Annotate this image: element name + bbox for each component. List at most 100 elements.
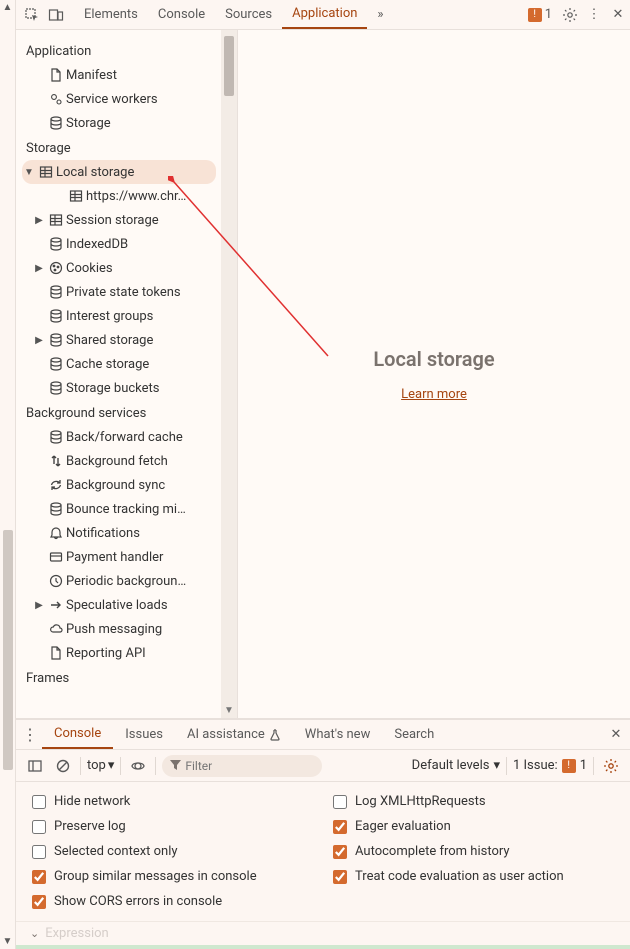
device-toolbar-icon[interactable] xyxy=(44,0,68,29)
chevron-down-icon: ⌄ xyxy=(30,927,39,940)
sidebar-item-local-storage[interactable]: ▼ Local storage xyxy=(22,160,216,184)
table-icon xyxy=(66,189,86,203)
database-icon xyxy=(46,237,66,251)
context-selector[interactable]: top▾ xyxy=(87,758,114,773)
setting-hide-network[interactable]: Hide network xyxy=(32,794,313,809)
sidebar-item-local-storage-origin[interactable]: https://www.chr… xyxy=(16,184,222,208)
database-icon xyxy=(46,430,66,444)
issues-badge[interactable]: ! 1 xyxy=(522,0,558,29)
setting-log-xhr[interactable]: Log XMLHttpRequests xyxy=(333,794,614,809)
sidebar-item-service-workers[interactable]: Service workers xyxy=(16,87,222,111)
expression-row[interactable]: ⌄ Expression xyxy=(16,921,630,945)
close-devtools-icon[interactable]: ✕ xyxy=(606,0,630,29)
cloud-icon xyxy=(46,622,66,636)
sidebar-item-periodic[interactable]: Periodic backgroun… xyxy=(16,569,222,593)
database-icon xyxy=(46,381,66,395)
sidebar-item-shared[interactable]: ▶ Shared storage xyxy=(16,328,222,352)
outer-scrollbar[interactable]: ▲ ▼ xyxy=(0,0,16,949)
sidebar-item-cache[interactable]: Cache storage xyxy=(16,352,222,376)
drawer-issues-link[interactable]: 1 Issue: ! 1 xyxy=(513,758,587,773)
clear-console-icon[interactable] xyxy=(52,755,74,777)
devtools-top-tabbar: Elements Console Sources Application » !… xyxy=(16,0,630,30)
more-tabs-icon: » xyxy=(377,7,383,22)
section-frames: Frames xyxy=(16,665,222,690)
table-icon xyxy=(36,165,56,179)
caret-down-icon: ▼ xyxy=(22,167,36,178)
tab-more[interactable]: » xyxy=(367,0,393,29)
kebab-menu-icon[interactable]: ⋮ xyxy=(582,0,606,29)
live-expression-icon[interactable] xyxy=(127,755,149,777)
issues-count: 1 xyxy=(545,7,552,22)
drawer-kebab-icon[interactable]: ⋮ xyxy=(18,720,42,749)
arrow-icon xyxy=(46,598,66,612)
database-icon xyxy=(46,309,66,323)
sidebar-item-bounce[interactable]: Bounce tracking mi… xyxy=(16,497,222,521)
setting-eager-eval[interactable]: Eager evaluation xyxy=(333,819,614,834)
database-icon xyxy=(46,502,66,516)
sidebar-item-interest[interactable]: Interest groups xyxy=(16,304,222,328)
drawer-tab-whatsnew[interactable]: What's new xyxy=(293,720,383,749)
scroll-down-arrow-icon: ▼ xyxy=(224,705,234,716)
sidebar-item-manifest[interactable]: Manifest xyxy=(16,63,222,87)
console-settings-panel: Hide network Log XMLHttpRequests Preserv… xyxy=(16,782,630,921)
close-drawer-icon[interactable]: ✕ xyxy=(602,720,630,749)
sidebar-item-cookies[interactable]: ▶ Cookies xyxy=(16,256,222,280)
section-storage: Storage xyxy=(16,135,222,160)
database-icon xyxy=(46,357,66,371)
chevron-down-icon: ▾ xyxy=(493,758,500,773)
main-content-pane: Local storage Learn more xyxy=(238,30,630,718)
sidebar-toggle-icon[interactable] xyxy=(24,755,46,777)
tab-sources[interactable]: Sources xyxy=(215,0,282,29)
table-icon xyxy=(46,213,66,227)
setting-selected-context[interactable]: Selected context only xyxy=(32,844,313,859)
section-background: Background services xyxy=(16,400,222,425)
inspect-element-icon[interactable] xyxy=(20,0,44,29)
sidebar-item-bgsync[interactable]: Background sync xyxy=(16,473,222,497)
flask-icon xyxy=(269,729,281,741)
console-drawer: ⋮ Console Issues AI assistance What's ne… xyxy=(16,719,630,945)
drawer-tab-console[interactable]: Console xyxy=(42,720,113,749)
gears-icon xyxy=(46,92,66,106)
setting-treat-user-action[interactable]: Treat code evaluation as user action xyxy=(333,869,614,884)
database-icon xyxy=(46,285,66,299)
filter-input[interactable] xyxy=(162,755,322,777)
sidebar-item-speculative[interactable]: ▶ Speculative loads xyxy=(16,593,222,617)
drawer-tab-issues[interactable]: Issues xyxy=(113,720,175,749)
sidebar-item-notifications[interactable]: Notifications xyxy=(16,521,222,545)
sidebar-item-bfcache[interactable]: Back/forward cache xyxy=(16,425,222,449)
log-levels-selector[interactable]: Default levels▾ xyxy=(412,758,500,773)
sidebar-item-indexeddb[interactable]: IndexedDB xyxy=(16,232,222,256)
console-settings-gear-icon[interactable] xyxy=(600,755,622,777)
sidebar-item-storage-overview[interactable]: Storage xyxy=(16,111,222,135)
learn-more-link[interactable]: Learn more xyxy=(401,387,467,402)
drawer-tab-ai[interactable]: AI assistance xyxy=(175,720,293,749)
sidebar-item-payment[interactable]: Payment handler xyxy=(16,545,222,569)
caret-right-icon: ▶ xyxy=(32,335,46,346)
tab-elements[interactable]: Elements xyxy=(74,0,148,29)
settings-gear-icon[interactable] xyxy=(558,0,582,29)
sidebar-item-bgfetch[interactable]: Background fetch xyxy=(16,449,222,473)
setting-group-similar[interactable]: Group similar messages in console xyxy=(32,869,313,884)
scrollbar-thumb[interactable] xyxy=(224,36,234,96)
sidebar-item-buckets[interactable]: Storage buckets xyxy=(16,376,222,400)
sidebar-item-reporting[interactable]: Reporting API xyxy=(16,641,222,665)
setting-show-cors[interactable]: Show CORS errors in console xyxy=(32,894,313,909)
sidebar-item-pst[interactable]: Private state tokens xyxy=(16,280,222,304)
caret-right-icon: ▶ xyxy=(32,215,46,226)
database-icon xyxy=(46,116,66,130)
drawer-tab-search[interactable]: Search xyxy=(382,720,446,749)
tab-console[interactable]: Console xyxy=(148,0,215,29)
setting-preserve-log[interactable]: Preserve log xyxy=(32,819,313,834)
bell-icon xyxy=(46,526,66,540)
sidebar-item-session-storage[interactable]: ▶ Session storage xyxy=(16,208,222,232)
sidebar-scrollbar[interactable]: ▼ xyxy=(221,30,237,718)
document-icon xyxy=(46,68,66,82)
scrollbar-thumb[interactable] xyxy=(3,530,13,770)
cookie-icon xyxy=(46,261,66,275)
tab-application[interactable]: Application xyxy=(282,0,367,29)
sidebar-item-push[interactable]: Push messaging xyxy=(16,617,222,641)
card-icon xyxy=(46,550,66,564)
setting-autocomplete[interactable]: Autocomplete from history xyxy=(333,844,614,859)
document-icon xyxy=(46,646,66,660)
filter-icon xyxy=(170,760,181,771)
